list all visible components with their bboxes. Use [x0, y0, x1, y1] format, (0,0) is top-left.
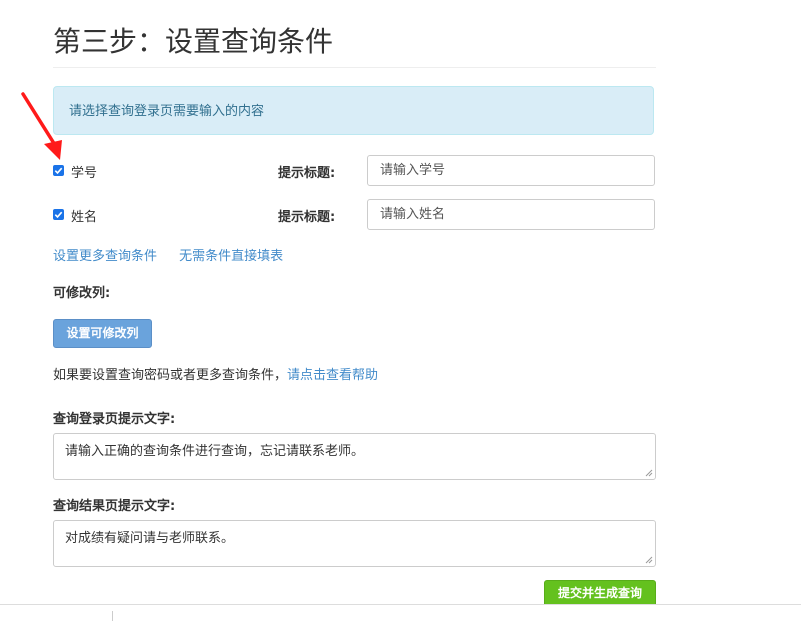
- student-id-checkbox[interactable]: [53, 165, 64, 176]
- student-id-hint-input[interactable]: 请输入学号: [367, 155, 655, 186]
- result-hint-text: 对成绩有疑问请与老师联系。: [65, 531, 235, 546]
- submit-generate-button[interactable]: 提交并生成查询: [544, 580, 656, 606]
- info-alert: 请选择查询登录页需要输入的内容: [53, 86, 654, 135]
- login-hint-textarea[interactable]: 请输入正确的查询条件进行查询，忘记请联系老师。: [53, 433, 656, 480]
- resize-grip-icon[interactable]: [645, 556, 653, 564]
- student-id-hint-label: 提示标题:: [278, 166, 336, 181]
- result-hint-textarea[interactable]: 对成绩有疑问请与老师联系。: [53, 520, 656, 567]
- bottom-bar-divider: [112, 611, 113, 621]
- name-checkbox[interactable]: [53, 209, 64, 220]
- help-text: 如果要设置查询密码或者更多查询条件，: [53, 368, 288, 383]
- condition-links: 设置更多查询条件 无需条件直接填表: [53, 245, 301, 264]
- red-arrow-icon: [21, 92, 62, 160]
- field-row-student-id: 学号 提示标题: 请输入学号: [53, 155, 656, 187]
- login-hint-text: 请输入正确的查询条件进行查询，忘记请联系老师。: [65, 444, 365, 459]
- name-hint-input[interactable]: 请输入姓名: [367, 199, 655, 230]
- page-title: 第三步：设置查询条件: [53, 25, 334, 58]
- resize-grip-icon[interactable]: [645, 469, 653, 477]
- help-line: 如果要设置查询密码或者更多查询条件，请点击查看帮助: [53, 364, 378, 383]
- login-hint-label: 查询登录页提示文字:: [53, 412, 176, 427]
- more-conditions-link[interactable]: 设置更多查询条件: [53, 249, 157, 264]
- result-hint-label: 查询结果页提示文字:: [53, 499, 176, 514]
- no-conditions-link[interactable]: 无需条件直接填表: [179, 249, 283, 264]
- help-link[interactable]: 请点击查看帮助: [287, 368, 378, 383]
- name-hint-label: 提示标题:: [278, 210, 336, 225]
- title-divider: [53, 67, 656, 68]
- checkmark-icon: [54, 211, 63, 219]
- field-row-name: 姓名 提示标题: 请输入姓名: [53, 199, 656, 231]
- editable-columns-label: 可修改列:: [53, 286, 111, 301]
- name-label: 姓名: [71, 210, 98, 225]
- bottom-bar: [0, 604, 801, 621]
- checkmark-icon: [54, 167, 63, 175]
- set-editable-columns-button[interactable]: 设置可修改列: [53, 319, 152, 348]
- student-id-label: 学号: [71, 166, 98, 181]
